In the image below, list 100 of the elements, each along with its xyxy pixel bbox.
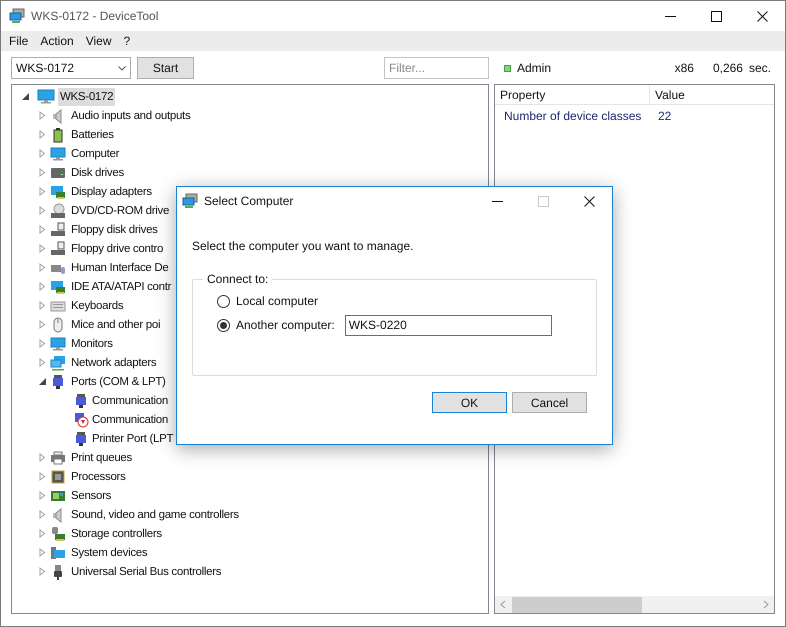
expand-arrow-icon[interactable] bbox=[38, 491, 47, 500]
minimize-icon[interactable] bbox=[492, 200, 502, 202]
dialog-prompt: Select the computer you want to manage. bbox=[192, 238, 414, 255]
menu-item[interactable]: File bbox=[3, 31, 34, 51]
expand-arrow-icon[interactable] bbox=[38, 472, 47, 481]
close-icon[interactable] bbox=[584, 196, 594, 206]
tree-item[interactable]: Print queues bbox=[69, 448, 134, 466]
expand-arrow-icon[interactable] bbox=[38, 263, 47, 272]
tree-item[interactable]: Monitors bbox=[69, 334, 115, 352]
expand-arrow-icon[interactable] bbox=[38, 358, 47, 367]
tree-item[interactable]: Batteries bbox=[69, 126, 116, 144]
scrollbar-thumb[interactable] bbox=[512, 596, 642, 612]
expand-arrow-icon[interactable] bbox=[38, 187, 47, 196]
column-header[interactable]: Value bbox=[650, 85, 774, 104]
menu-item[interactable]: ? bbox=[118, 31, 136, 51]
horizontal-scrollbar[interactable] bbox=[495, 596, 774, 613]
floppy-drive-icon bbox=[50, 222, 66, 238]
processor-chip-icon bbox=[50, 468, 66, 484]
computer-icon bbox=[37, 88, 55, 104]
radio-label[interactable]: Local computer bbox=[236, 292, 318, 310]
close-icon[interactable] bbox=[756, 10, 768, 22]
time-unit: sec. bbox=[748, 60, 771, 77]
collapse-arrow-icon[interactable] bbox=[21, 92, 30, 101]
menu-item[interactable]: View bbox=[80, 31, 118, 51]
computer-dropdown[interactable]: WKS-0172 bbox=[11, 57, 131, 79]
tree-item[interactable]: Human Interface De bbox=[69, 258, 171, 276]
port-connector-icon bbox=[50, 374, 66, 390]
expand-arrow-icon[interactable] bbox=[38, 567, 47, 576]
app-icon bbox=[182, 193, 198, 209]
tree-item[interactable]: IDE ATA/ATAPI contr bbox=[69, 278, 174, 296]
expand-arrow-icon[interactable] bbox=[38, 206, 47, 215]
app-icon bbox=[9, 8, 25, 24]
tree-item[interactable]: Display adapters bbox=[69, 182, 154, 200]
tree-item[interactable]: Printer Port (LPT bbox=[90, 430, 176, 448]
tree-item[interactable]: Communication bbox=[90, 392, 170, 410]
menu-item[interactable]: Action bbox=[34, 31, 80, 51]
expansion-card-icon bbox=[50, 278, 66, 294]
floppy-drive-icon bbox=[50, 240, 66, 256]
expand-arrow-icon[interactable] bbox=[38, 301, 47, 310]
tree-item[interactable]: Floppy disk drives bbox=[69, 220, 160, 238]
expand-arrow-icon[interactable] bbox=[38, 320, 47, 329]
expand-arrow-icon[interactable] bbox=[38, 282, 47, 291]
port-connector-icon bbox=[73, 392, 89, 408]
expand-arrow-icon[interactable] bbox=[38, 111, 47, 120]
dialog-button[interactable]: OK bbox=[432, 392, 507, 413]
radio-label[interactable]: Another computer: bbox=[236, 316, 335, 334]
computer-name-field[interactable]: WKS-0220 bbox=[344, 314, 552, 336]
network-icon bbox=[50, 354, 66, 370]
maximize-icon bbox=[538, 196, 548, 206]
maximize-icon[interactable] bbox=[710, 10, 722, 22]
tree-item[interactable]: Computer bbox=[69, 144, 122, 162]
tree-item[interactable]: Network adapters bbox=[69, 354, 158, 372]
tree-item[interactable]: DVD/CD-ROM drive bbox=[69, 202, 172, 220]
printer-icon bbox=[50, 450, 66, 466]
caret-icon bbox=[118, 66, 126, 70]
tree-item[interactable]: Keyboards bbox=[69, 296, 126, 314]
expand-arrow-icon[interactable] bbox=[38, 453, 47, 462]
system-folder-icon bbox=[50, 544, 66, 560]
port-warning-icon bbox=[73, 412, 89, 428]
tree-item[interactable]: Storage controllers bbox=[69, 524, 164, 542]
tree-item[interactable]: Mice and other poi bbox=[69, 316, 162, 334]
expand-arrow-icon[interactable] bbox=[38, 149, 47, 158]
expand-arrow-icon[interactable] bbox=[38, 548, 47, 557]
tree-item[interactable]: Communication bbox=[90, 410, 170, 428]
tree-item[interactable]: Ports (COM & LPT) bbox=[69, 372, 168, 390]
filter-field[interactable]: Filter... bbox=[384, 57, 489, 79]
expand-arrow-icon[interactable] bbox=[38, 244, 47, 253]
tree-item[interactable]: Floppy drive contro bbox=[69, 240, 166, 258]
tree-item[interactable]: System devices bbox=[69, 544, 150, 562]
dialog-button[interactable]: Cancel bbox=[512, 392, 587, 413]
tree-item[interactable]: Audio inputs and outputs bbox=[69, 106, 192, 124]
collapse-arrow-icon[interactable] bbox=[38, 377, 47, 386]
tree-item[interactable]: Processors bbox=[69, 468, 128, 486]
expand-arrow-icon[interactable] bbox=[38, 168, 47, 177]
monitor-icon bbox=[50, 146, 66, 162]
expand-arrow-icon[interactable] bbox=[38, 339, 47, 348]
expand-arrow-icon[interactable] bbox=[38, 225, 47, 234]
tree-item[interactable]: Sound, video and game controllers bbox=[69, 506, 241, 524]
radio-button[interactable] bbox=[217, 294, 230, 308]
column-header[interactable]: Property bbox=[495, 85, 650, 104]
expand-arrow-icon[interactable] bbox=[38, 529, 47, 538]
storage-controller-icon bbox=[50, 526, 66, 542]
table-cell-text: Number of device classes bbox=[503, 108, 642, 125]
start-button[interactable]: Start bbox=[137, 57, 194, 79]
tree-item[interactable]: Universal Serial Bus controllers bbox=[69, 562, 224, 580]
architecture-label: x86 bbox=[674, 60, 694, 77]
expand-arrow-icon[interactable] bbox=[38, 510, 47, 519]
table-cell-text: 22 bbox=[657, 108, 672, 125]
port-connector-icon bbox=[73, 430, 89, 446]
tree-item[interactable]: Sensors bbox=[69, 486, 114, 504]
tree-item[interactable]: WKS-0172 bbox=[58, 88, 116, 106]
radio-button[interactable] bbox=[217, 318, 230, 332]
expansion-card-icon bbox=[50, 184, 66, 200]
window-title: WKS-0172 - DeviceTool bbox=[31, 8, 158, 25]
expand-arrow-icon[interactable] bbox=[38, 130, 47, 139]
group-label: Connect to: bbox=[206, 271, 270, 288]
disc-drive-icon bbox=[50, 202, 66, 218]
tree-item[interactable]: Disk drives bbox=[69, 164, 126, 182]
elapsed-time: 0,266 bbox=[712, 60, 743, 77]
user-label: Admin bbox=[517, 60, 552, 77]
